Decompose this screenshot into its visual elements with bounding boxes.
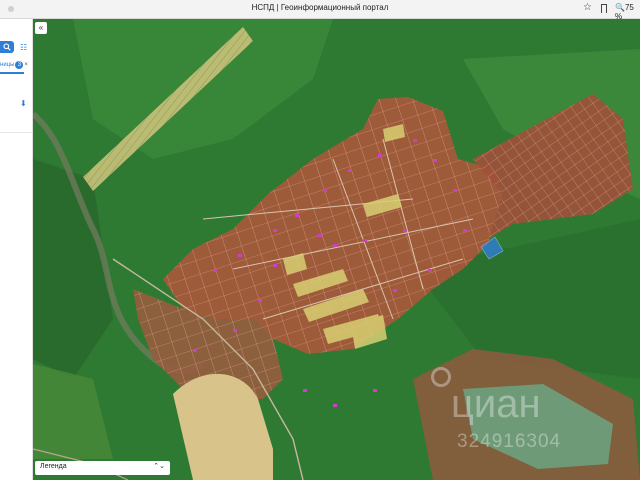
star-icon[interactable]: ☆ [583, 2, 592, 13]
watermark-number: 324916304 [457, 431, 562, 452]
filter-chip-label: ницы [0, 62, 15, 68]
bookmark-icon[interactable] [601, 4, 607, 13]
filter-chip[interactable]: ницы 3 × [0, 61, 33, 70]
watermark: циан 324916304 [425, 367, 640, 464]
chevron-updown-icon: ⌃⌄ [153, 463, 165, 470]
close-icon[interactable]: × [24, 62, 28, 68]
left-panel: ☷ ницы 3 × ⬇ [0, 19, 33, 480]
window-title: НСПД | Геоинформационный портал [251, 3, 389, 12]
collapse-panel-button[interactable]: « [35, 22, 47, 34]
list-icon[interactable]: ☷ [20, 43, 27, 52]
divider [0, 132, 32, 133]
legend-dropdown[interactable]: Легенда ⌃⌄ [35, 461, 170, 475]
watermark-brand: циан [451, 382, 541, 426]
filter-chip-count: 3 [15, 61, 24, 69]
legend-label: Легенда [40, 463, 67, 470]
download-icon[interactable]: ⬇ [20, 99, 27, 108]
watermark-logo-icon [431, 367, 451, 387]
search-icon[interactable] [0, 41, 14, 53]
map-view[interactable]: циан 324916304 [33, 19, 640, 480]
active-tab-indicator [0, 72, 24, 74]
browser-titlebar: НСПД | Геоинформационный портал ☆ 🔍75 % [0, 0, 640, 21]
